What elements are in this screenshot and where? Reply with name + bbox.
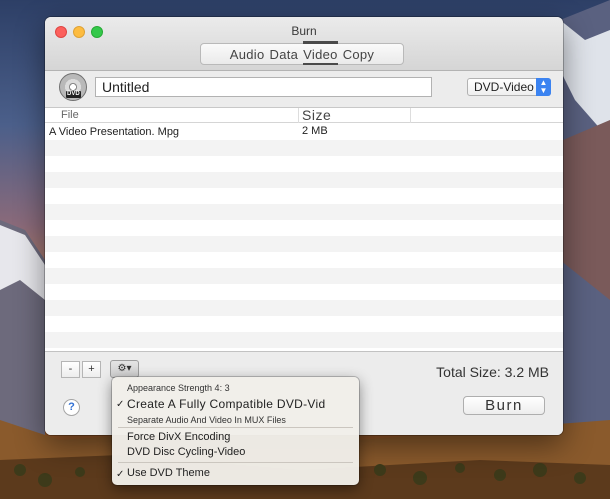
table-row-empty bbox=[45, 220, 563, 236]
file-table[interactable]: File Size A Video Presentation. Mpg 2 MB bbox=[45, 107, 563, 351]
table-row-empty bbox=[45, 236, 563, 252]
title-bar: Burn Audio Data Video Copy bbox=[45, 17, 563, 71]
menu-item-appearance-strength[interactable]: Appearance Strength 4: 3 bbox=[127, 383, 230, 393]
mode-tabs: Audio Data Video Copy bbox=[200, 40, 404, 65]
menu-separator bbox=[118, 462, 353, 463]
table-row-empty bbox=[45, 188, 563, 204]
help-button[interactable]: ? bbox=[63, 399, 80, 416]
table-row[interactable]: A Video Presentation. Mpg 2 MB bbox=[45, 124, 563, 140]
disc-name-input[interactable] bbox=[95, 77, 432, 97]
column-divider bbox=[298, 108, 299, 123]
table-row-empty bbox=[45, 300, 563, 316]
table-row-empty bbox=[45, 284, 563, 300]
table-row-empty bbox=[45, 204, 563, 220]
tab-data[interactable]: Data bbox=[270, 47, 299, 62]
table-rows: A Video Presentation. Mpg 2 MB bbox=[45, 124, 563, 351]
table-row-empty bbox=[45, 252, 563, 268]
menu-separator bbox=[118, 427, 353, 428]
remove-file-button[interactable]: - bbox=[61, 361, 80, 378]
checkmark-icon: ✓ bbox=[116, 469, 125, 480]
burn-window: Burn Audio Data Video Copy DVD DVD-Video… bbox=[45, 17, 563, 435]
format-select-value: DVD-Video bbox=[474, 80, 534, 94]
gear-menu-button[interactable]: ⚙▾ bbox=[110, 360, 139, 378]
options-popup-menu: Appearance Strength 4: 3 ✓ Create A Full… bbox=[112, 377, 359, 485]
file-size-cell: 2 MB bbox=[302, 125, 328, 137]
tab-audio[interactable]: Audio bbox=[230, 47, 265, 62]
tab-video[interactable]: Video bbox=[303, 40, 338, 65]
table-row-empty bbox=[45, 156, 563, 172]
total-size-label: Total Size: 3.2 MB bbox=[436, 364, 549, 380]
burn-button[interactable]: Burn bbox=[463, 396, 545, 415]
column-divider bbox=[410, 108, 411, 123]
table-header: File Size bbox=[45, 108, 563, 123]
table-row-empty bbox=[45, 140, 563, 156]
menu-item-dvd-disc-cycling[interactable]: DVD Disc Cycling-Video bbox=[127, 446, 245, 458]
disc-name-row: DVD DVD-Video ▲▼ bbox=[45, 71, 563, 107]
format-select[interactable]: DVD-Video ▲ ▼ bbox=[467, 78, 551, 96]
column-header-file[interactable]: File bbox=[61, 109, 79, 121]
file-name-cell: A Video Presentation. Mpg bbox=[49, 126, 180, 138]
add-file-button[interactable]: + bbox=[82, 361, 101, 378]
table-row-empty bbox=[45, 172, 563, 188]
column-header-size[interactable]: Size bbox=[302, 108, 331, 123]
dvd-disc-label: DVD bbox=[66, 91, 81, 98]
checkmark-icon: ✓ bbox=[116, 399, 125, 410]
menu-item-use-dvd-theme[interactable]: Use DVD Theme bbox=[127, 467, 210, 479]
menu-item-separate-audio-video[interactable]: Separate Audio And Video In MUX Files bbox=[127, 415, 286, 425]
menu-item-force-divx[interactable]: Force DivX Encoding bbox=[127, 431, 230, 443]
window-title: Burn bbox=[291, 24, 317, 38]
table-row-empty bbox=[45, 316, 563, 332]
table-row-empty bbox=[45, 268, 563, 284]
select-arrows-icon: ▲ ▼ bbox=[536, 78, 551, 96]
menu-item-compatible-dvd[interactable]: Create A Fully Compatible DVD-Vid bbox=[127, 397, 325, 411]
tab-copy[interactable]: Copy bbox=[343, 47, 375, 62]
table-row-empty bbox=[45, 332, 563, 348]
